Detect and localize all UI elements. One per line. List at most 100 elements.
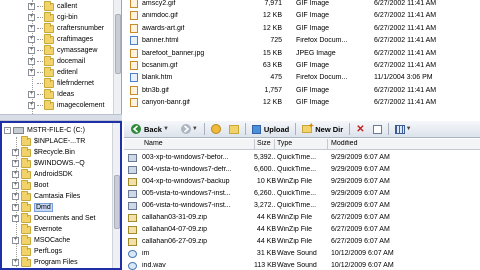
local-tree-scrollbar[interactable] — [112, 123, 120, 268]
pane-splitter[interactable] — [0, 114, 122, 121]
tree-item[interactable]: + AndroidSDK — [12, 168, 73, 180]
folder-icon — [44, 11, 54, 22]
image-file-icon — [130, 98, 138, 108]
file-row[interactable]: 006-vista-to-windows7-inst... 3,272... Qui… — [124, 200, 480, 212]
tree-item[interactable]: $INPLACE-...TR — [12, 135, 85, 147]
tree-expander-icon[interactable]: + — [28, 25, 35, 32]
tree-item[interactable]: + cymassagew — [28, 44, 97, 56]
tree-expander-icon[interactable]: + — [28, 36, 35, 43]
tree-item[interactable]: + Dmd — [12, 201, 53, 213]
file-row[interactable]: blank.htm 475 Firefox Docum... 11/1/2004 3:… — [124, 71, 480, 84]
tree-expander-icon[interactable]: + — [12, 204, 19, 211]
scrollbar-thumb[interactable] — [114, 175, 120, 229]
column-size-header[interactable]: Size — [257, 140, 279, 147]
tree-item[interactable]: + imagecolement — [28, 99, 105, 111]
tree-expander-icon[interactable]: + — [28, 14, 35, 21]
tree-connector — [37, 6, 43, 7]
view-mode-button[interactable]: ▼ — [391, 123, 416, 136]
tree-expander-icon[interactable]: + — [28, 102, 35, 109]
tree-item[interactable]: Evernote — [12, 223, 62, 235]
file-row[interactable]: 003-xp-to-windows7-befor... 5,392... Quick… — [124, 152, 480, 164]
tree-expander-icon[interactable]: + — [12, 160, 19, 167]
file-date: 9/29/2009 6:07 AM — [331, 154, 390, 161]
tree-item[interactable]: + cgi-bin — [28, 11, 78, 23]
file-row[interactable]: btn3b.gif 1,757 GIF Image 6/27/2002 11:41 A… — [124, 84, 480, 97]
tree-expander-icon[interactable]: + — [28, 69, 35, 76]
tree-item[interactable]: + editenl — [28, 66, 78, 78]
file-row[interactable]: 005-vista-to-windows7-inst... 6,260... Qui… — [124, 188, 480, 200]
folder-icon — [21, 256, 31, 267]
up-folder-button[interactable] — [225, 123, 243, 136]
tree-item[interactable]: + Camtasia Files — [12, 190, 80, 202]
zip-file-icon — [128, 178, 137, 186]
properties-button[interactable] — [369, 123, 386, 136]
tree-expander-icon[interactable]: + — [28, 47, 35, 54]
tree-item[interactable]: PerfLogs — [12, 245, 62, 257]
tree-expander-icon[interactable]: + — [28, 58, 35, 65]
tree-item[interactable]: + Ideas — [28, 88, 74, 100]
delete-button[interactable]: ✕ — [352, 123, 368, 136]
scrollbar-thumb[interactable] — [115, 14, 121, 74]
tree-expander-icon[interactable]: + — [12, 259, 19, 266]
file-row[interactable]: bcsanim.gif 63 KB GIF Image 6/27/2002 11:41… — [124, 59, 480, 72]
refresh-button[interactable] — [207, 123, 225, 136]
tree-expander-icon[interactable]: + — [12, 149, 19, 156]
file-type: GIF Image — [296, 62, 330, 69]
file-row[interactable]: banner.html 725 Firefox Docum... 6/27/2002 … — [124, 34, 480, 47]
new-dir-button[interactable]: ✦ New Dir — [298, 123, 347, 136]
top-tree-scrollbar[interactable] — [113, 0, 121, 114]
tree-expander-icon[interactable]: + — [28, 3, 35, 10]
top-folder-tree[interactable]: + callent + cgi-bin + craftersnumber + craftima… — [0, 0, 122, 114]
file-row[interactable]: im 31 KB Wave Sound 10/12/2009 6:07 AM — [124, 248, 480, 260]
file-row[interactable]: 004-vista-to-windows7-defr... 6,600... Qui… — [124, 164, 480, 176]
remote-file-list[interactable]: amscy2.gif 7,971 GIF Image 6/27/2002 11:41 … — [124, 0, 480, 114]
file-row[interactable]: callahan03-31-09.zip 44 KB WinZip File 6/27… — [124, 212, 480, 224]
tree-expander-icon[interactable]: + — [12, 193, 19, 200]
tree-expander-icon[interactable]: + — [12, 171, 19, 178]
tree-item[interactable]: + craftimages — [28, 33, 93, 45]
forward-button[interactable]: ▼ — [177, 123, 202, 136]
tree-expander-icon[interactable]: + — [12, 215, 19, 222]
file-name: blank.htm — [142, 74, 173, 82]
tree-item[interactable]: + MSOCache — [12, 234, 70, 246]
file-row[interactable]: awards-art.gif 12 KB GIF Image 6/27/2002 11… — [124, 22, 480, 35]
tree-item[interactable]: + $Recycle.Bin — [12, 146, 75, 158]
image-file-icon — [130, 48, 138, 58]
column-name-header[interactable]: Name — [144, 140, 262, 147]
tree-item-label: imagecolement — [57, 102, 105, 109]
upload-button[interactable]: Upload — [248, 123, 293, 136]
tree-expander-icon[interactable]: + — [12, 182, 19, 189]
file-row[interactable]: ind.wav 113 KB Wave Sound 10/12/2009 6:07 A… — [124, 260, 480, 270]
tree-item[interactable]: + docemail — [28, 55, 85, 67]
tree-item[interactable]: + $WINDOWS.~Q — [12, 157, 85, 169]
tree-item-label: $Recycle.Bin — [34, 149, 75, 156]
chevron-down-icon[interactable]: ▼ — [163, 126, 169, 132]
file-size: 475 — [270, 74, 282, 82]
column-type-header[interactable]: Type — [277, 140, 317, 147]
file-row[interactable]: 004-xp-to-windows7-backup 10 KB WinZip Fil… — [124, 176, 480, 188]
file-row[interactable]: canyon-banr.gif 12 KB GIF Image 6/27/2002 1… — [124, 96, 480, 109]
tree-expander-icon[interactable]: - — [4, 127, 11, 134]
file-row[interactable]: animdoc.gif 12 KB GIF Image 6/27/2002 11:41… — [124, 9, 480, 22]
chevron-down-icon[interactable]: ▼ — [192, 126, 198, 132]
column-modified-header[interactable]: Modified — [331, 140, 391, 147]
tree-item[interactable]: + callent — [28, 0, 77, 12]
local-folder-tree[interactable]: - MSTR-FILE-C (C:) $INPLACE-...TR + $Recycle… — [0, 121, 122, 270]
tree-item[interactable]: + Documents and Set — [12, 212, 95, 224]
tree-item[interactable]: + Boot — [12, 179, 48, 191]
folder-icon — [44, 22, 54, 33]
local-file-list[interactable]: 003-xp-to-windows7-befor... 5,392... Quick… — [124, 151, 480, 270]
tree-item[interactable]: + craftersnumber — [28, 22, 104, 34]
chevron-down-icon[interactable]: ▼ — [406, 126, 412, 132]
file-row[interactable]: callahan06-27-09.zip 44 KB WinZip File 6/27… — [124, 236, 480, 248]
file-row[interactable]: callahan04-07-09.zip 44 KB WinZip File 6/27… — [124, 224, 480, 236]
tree-item[interactable]: filefrndernet — [28, 77, 94, 89]
tree-expander-icon[interactable]: + — [28, 91, 35, 98]
tree-item[interactable]: + Program Files — [12, 256, 78, 268]
tree-expander-icon[interactable]: + — [12, 237, 19, 244]
file-row[interactable]: barefoot_banner.jpg 15 KB JPEG Image 6/27/2… — [124, 47, 480, 60]
upload-label: Upload — [263, 124, 290, 134]
back-button[interactable]: Back ▼ — [127, 123, 173, 136]
drive-tree-item[interactable]: - MSTR-FILE-C (C:) — [4, 125, 85, 136]
image-file-icon — [130, 11, 138, 21]
